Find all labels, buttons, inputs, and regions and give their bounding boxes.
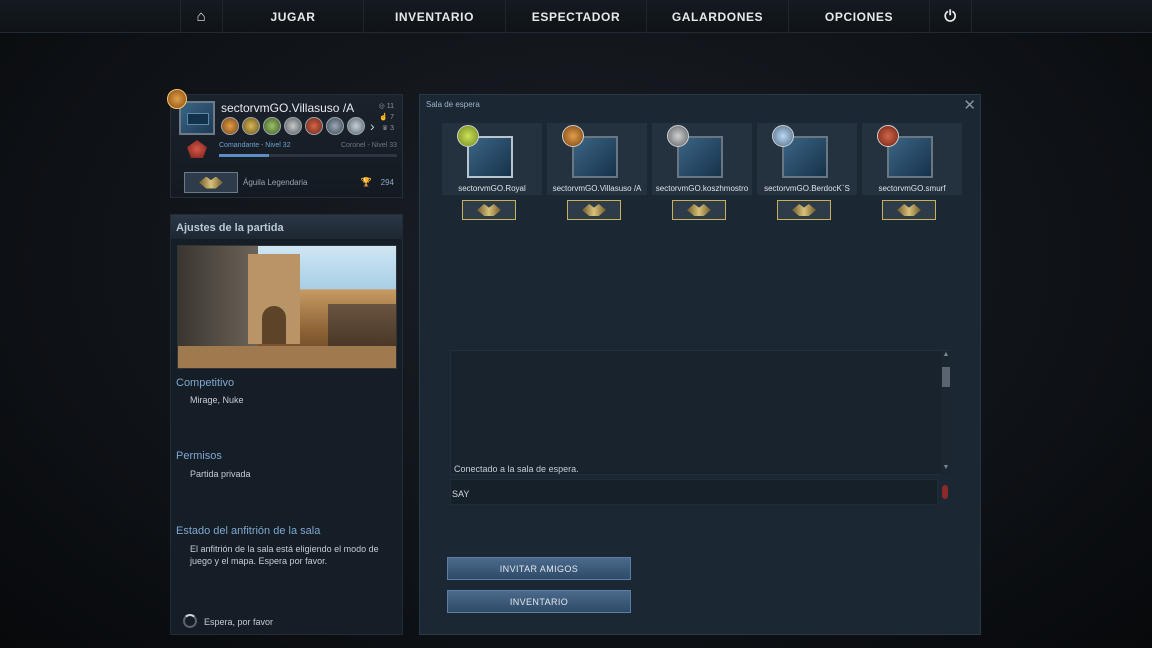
badge-row: › (221, 117, 375, 135)
home-icon: ⌂ (196, 8, 207, 25)
nav-espectador[interactable]: ESPECTADOR (505, 0, 646, 33)
map-preview-image (177, 245, 397, 369)
trophy-icon: 🏆 (360, 177, 372, 187)
player-name: sectorvmGO.koszhmostro (655, 184, 749, 193)
eagle-icon (582, 204, 606, 216)
medal-icon[interactable] (242, 117, 260, 135)
medal-icon[interactable] (347, 117, 365, 135)
chat-scrollbar[interactable]: ▲ ▼ (941, 351, 951, 476)
invite-friends-button[interactable]: INVITAR AMIGOS (447, 557, 631, 580)
player-profile-card[interactable]: sectorvmGO.Villasuso /A › ◎ 11 ☝ 7 ♛ 3 C… (167, 89, 403, 198)
chat-input[interactable]: SAY (450, 479, 938, 505)
game-mode-title: Competitivo (176, 377, 235, 389)
eagle-icon (792, 204, 816, 216)
skill-group-badge (882, 200, 936, 220)
loading-spinner-icon (183, 614, 197, 628)
home-button[interactable]: ⌂ (180, 0, 222, 33)
globe-icon: ◎ (378, 103, 387, 110)
player-name: sectorvmGO.Villasuso /A (552, 184, 642, 193)
eagle-icon (477, 204, 501, 216)
player-name: sectorvmGO.Royal (458, 184, 526, 193)
medal-icon[interactable] (326, 117, 344, 135)
chat-log[interactable]: Conectado a la sala de espera. ▲ ▼ (450, 350, 951, 476)
close-icon[interactable]: ✕ (963, 96, 976, 114)
power-icon: ⏻ (944, 8, 957, 25)
permissions-value: Partida privada (190, 469, 251, 479)
host-status-text: El anfitrión de la sala está eligiendo e… (190, 544, 379, 566)
xp-progress-bar (219, 154, 397, 157)
profile-stats: ◎ 11 ☝ 7 ♛ 3 (378, 103, 394, 132)
lobby-panel: Sala de espera ✕ sectorvmGO.Royal sector… (419, 94, 981, 635)
skill-group-badge (777, 200, 831, 220)
medal-icon (877, 125, 899, 147)
thumbs-icon: ☝ (379, 114, 391, 121)
match-settings-panel: Ajustes de la partida Competitivo Mirage… (170, 214, 403, 635)
player-slot[interactable]: sectorvmGO.BerdocK`S (757, 123, 857, 221)
eagle-icon (897, 204, 921, 216)
nav-jugar[interactable]: JUGAR (222, 0, 363, 33)
wait-text: Espera, por favor (204, 617, 274, 627)
player-slots: sectorvmGO.Royal sectorvmGO.Villasuso /A… (442, 123, 962, 221)
skill-group-label: Águila Legendaria (243, 178, 308, 187)
skill-group-badge[interactable] (184, 172, 238, 193)
skill-group-badge (462, 200, 516, 220)
inventory-button[interactable]: INVENTARIO (447, 590, 631, 613)
chat-message: Conectado a la sala de espera. (454, 464, 579, 474)
scroll-thumb[interactable] (942, 367, 950, 387)
xp-progress-fill (219, 154, 269, 157)
power-button[interactable]: ⏻ (929, 0, 972, 33)
current-rank-label: Comandante - Nivel 32 (219, 142, 291, 149)
profile-rank-icon (187, 140, 207, 158)
crown-icon: ♛ (381, 125, 391, 132)
player-name: sectorvmGO.smurf (878, 184, 946, 193)
chevron-right-icon[interactable]: › (370, 118, 375, 134)
host-status-title: Estado del anfitrión de la sala (176, 525, 321, 537)
avatar[interactable] (179, 101, 215, 135)
skill-group-badge (567, 200, 621, 220)
chevron-up-icon[interactable]: ▲ (941, 351, 951, 361)
nav-opciones[interactable]: OPCIONES (788, 0, 929, 33)
player-name: sectorvmGO.Villasuso /A (221, 101, 355, 115)
chevron-down-icon[interactable]: ▼ (941, 464, 951, 474)
player-slot[interactable]: sectorvmGO.Royal (442, 123, 542, 221)
lobby-title: Sala de espera (426, 100, 480, 109)
medal-icon (772, 125, 794, 147)
player-slot[interactable]: sectorvmGO.koszhmostro (652, 123, 752, 221)
eagle-icon (199, 176, 223, 189)
player-name: sectorvmGO.BerdocK`S (764, 184, 850, 193)
service-medal-icon (167, 89, 187, 109)
medal-icon (457, 125, 479, 147)
medal-icon[interactable] (221, 117, 239, 135)
player-slot[interactable]: sectorvmGO.smurf (862, 123, 962, 221)
medal-icon (667, 125, 689, 147)
nav-inventario[interactable]: INVENTARIO (363, 0, 505, 33)
trophy-count: 294 (380, 178, 394, 187)
eagle-icon (687, 204, 711, 216)
top-navigation: ⌂ JUGAR INVENTARIO ESPECTADOR GALARDONES… (0, 0, 1152, 33)
medal-icon (562, 125, 584, 147)
medal-icon[interactable] (305, 117, 323, 135)
xp-rank-row: Comandante - Nivel 32 Coronel - Nivel 33 (219, 142, 397, 149)
nav-galardones[interactable]: GALARDONES (646, 0, 788, 33)
player-slot[interactable]: sectorvmGO.Villasuso /A (547, 123, 647, 221)
settings-title: Ajustes de la partida (171, 215, 402, 239)
game-mode-maps: Mirage, Nuke (190, 395, 244, 405)
medal-icon[interactable] (263, 117, 281, 135)
skill-group-badge (672, 200, 726, 220)
microphone-icon[interactable] (942, 485, 948, 499)
medal-icon[interactable] (284, 117, 302, 135)
next-rank-label: Coronel - Nivel 33 (340, 142, 397, 149)
permissions-title: Permisos (176, 450, 222, 462)
